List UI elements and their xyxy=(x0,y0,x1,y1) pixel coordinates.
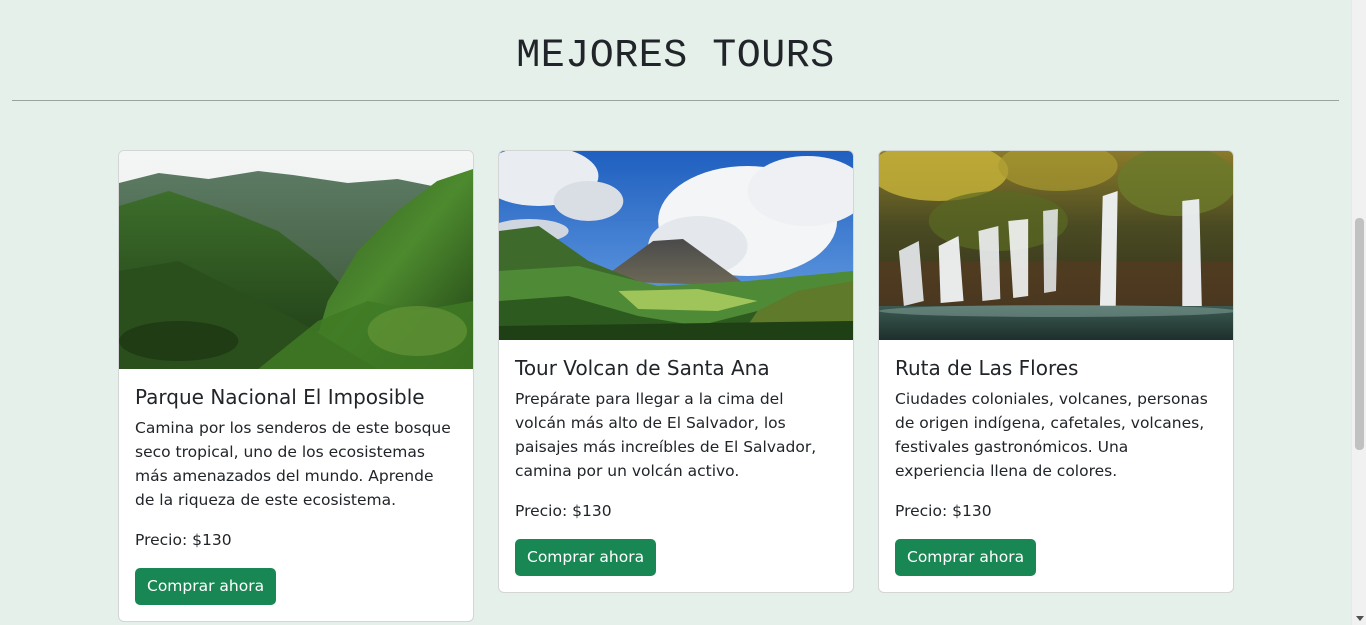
header-divider xyxy=(12,100,1339,101)
card-description: Camina por los senderos de este bosque s… xyxy=(135,419,451,509)
tour-card-el-imposible: Parque Nacional El Imposible Camina por … xyxy=(118,150,474,622)
card-price: Precio: $130 xyxy=(135,531,232,549)
scrollbar-thumb[interactable] xyxy=(1355,218,1364,450)
tour-card-volcan-santa-ana: Tour Volcan de Santa Ana Prepárate para … xyxy=(498,150,854,593)
card-description: Prepárate para llegar a la cima del volc… xyxy=(515,390,817,480)
buy-now-button[interactable]: Comprar ahora xyxy=(515,539,657,576)
card-description: Ciudades coloniales, volcanes, personas … xyxy=(895,390,1208,480)
buy-now-button[interactable]: Comprar ahora xyxy=(135,568,277,605)
vertical-scrollbar[interactable] xyxy=(1351,0,1366,625)
mountain-forest-image xyxy=(119,151,473,369)
card-body: Tour Volcan de Santa Ana Prepárate para … xyxy=(499,340,853,592)
card-title: Parque Nacional El Imposible xyxy=(135,385,425,409)
buy-now-button[interactable]: Comprar ahora xyxy=(895,539,1037,576)
card-body: Ruta de Las Flores Ciudades coloniales, … xyxy=(879,340,1233,592)
scroll-down-arrow-icon[interactable] xyxy=(1356,616,1364,621)
waterfall-image xyxy=(879,151,1233,340)
card-title: Ruta de Las Flores xyxy=(895,356,1079,380)
card-price: Precio: $130 xyxy=(895,502,992,520)
tour-card-ruta-las-flores: Ruta de Las Flores Ciudades coloniales, … xyxy=(878,150,1234,593)
card-title: Tour Volcan de Santa Ana xyxy=(515,356,770,380)
page-title: MEJORES TOURS xyxy=(516,34,835,79)
card-body: Parque Nacional El Imposible Camina por … xyxy=(119,369,473,621)
card-price: Precio: $130 xyxy=(515,502,612,520)
volcano-image xyxy=(499,151,853,340)
